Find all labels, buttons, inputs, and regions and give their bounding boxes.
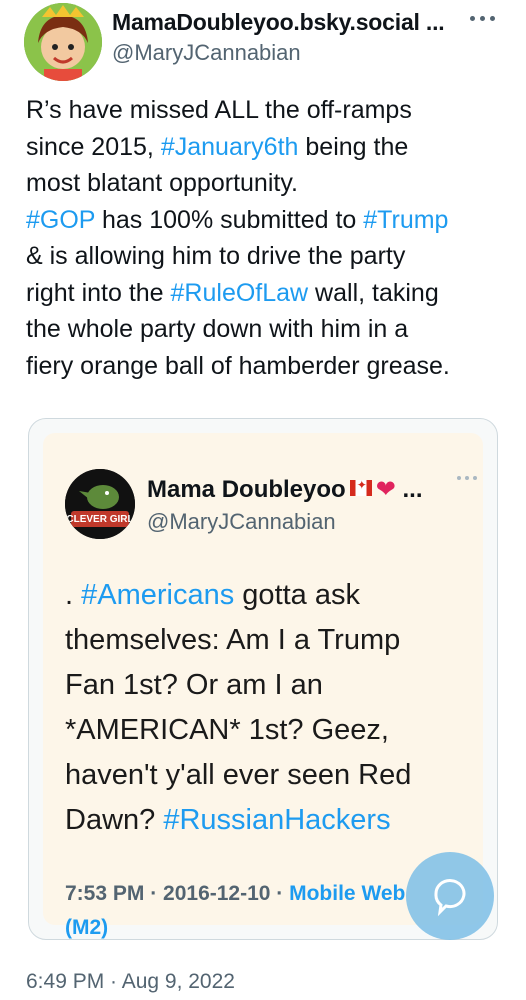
quote-line: *AMERICAN* 1st? Geez, (65, 708, 485, 753)
text-segment: haven't y'all ever seen Red (65, 759, 412, 791)
text-segment: R’s have missed ALL the off-ramps (26, 96, 412, 124)
quoted-tweet-text: . #Americans gotta ask themselves: Am I a… (65, 573, 485, 843)
tweet-line: fiery orange ball of hamberder grease. (26, 348, 506, 385)
text-segment: Fan 1st? Or am I an (65, 669, 323, 701)
quoted-author-name: Mama Doubleyoo❤ ... (147, 475, 423, 504)
tweet-line: #GOP has 100% submitted to #Trump (26, 202, 506, 239)
text-segment: being the (298, 132, 409, 161)
hashtag-link: #RussianHackers (163, 804, 391, 836)
text-segment: wall, taking (308, 278, 439, 307)
author-display-name[interactable]: MamaDoubleyoo.bsky.social ... (112, 9, 445, 36)
tweet-line: since 2015, #January6th being the (26, 129, 506, 166)
quoted-author-handle: @MaryJCannabian (147, 509, 336, 534)
heart-icon: ❤ (375, 476, 396, 503)
text-segment: since 2015, (26, 132, 161, 161)
reply-bubble-icon (434, 879, 466, 917)
tweet-timestamp[interactable]: 6:49 PM · Aug 9, 2022 (26, 970, 235, 994)
quote-line: . #Americans gotta ask (65, 573, 485, 618)
compose-reply-button[interactable] (406, 852, 494, 940)
text-segment: themselves: Am I a Trump (65, 624, 401, 656)
tweet-line: R’s have missed ALL the off-ramps (26, 92, 506, 129)
more-options-icon[interactable] (470, 8, 504, 30)
tweet-header: MamaDoubleyoo.bsky.social ... @MaryJCann… (0, 0, 526, 88)
text-segment: *AMERICAN* 1st? Geez, (65, 714, 389, 746)
canada-flag-icon (349, 478, 372, 496)
tweet-line: right into the #RuleOfLaw wall, taking (26, 275, 506, 312)
quoted-author-avatar: CLEVER GIRL (65, 469, 135, 539)
hashtag-link[interactable]: #GOP (26, 206, 95, 234)
tweet-line: the whole party down with him in a (26, 311, 506, 348)
text-segment: right into the (26, 278, 171, 307)
author-handle[interactable]: @MaryJCannabian (112, 40, 301, 66)
quote-line: Dawn? #RussianHackers (65, 798, 485, 843)
hashtag-link[interactable]: #Trump (363, 206, 448, 234)
text-segment: has 100% submitted to (95, 205, 364, 234)
hashtag-link[interactable]: #RuleOfLaw (171, 279, 309, 307)
tweet-text: R’s have missed ALL the off-ramps since 2… (26, 92, 506, 384)
text-segment: . (65, 579, 82, 611)
quote-line: Fan 1st? Or am I an (65, 663, 485, 708)
text-segment: Dawn? (65, 804, 164, 836)
quote-line: haven't y'all ever seen Red (65, 753, 485, 798)
quoted-source-link: Mobile Web (289, 882, 406, 905)
tweet-line: & is allowing him to drive the party (26, 238, 506, 275)
text-segment: fiery orange ball of hamberder grease. (26, 351, 450, 380)
author-avatar[interactable] (24, 3, 102, 81)
quoted-more-icon (457, 467, 481, 485)
text-segment: & is allowing him to drive the party (26, 242, 406, 270)
quote-line: themselves: Am I a Trump (65, 618, 485, 663)
text-segment: most blatant opportunity. (26, 169, 298, 197)
text-segment: gotta ask (234, 579, 360, 611)
hashtag-link[interactable]: #January6th (161, 133, 299, 161)
clever-girl-logo-text: CLEVER GIRL (66, 514, 133, 525)
hashtag-link: #Americans (81, 579, 235, 611)
tweet-line: most blatant opportunity. (26, 165, 506, 202)
text-segment: the whole party down with him in a (26, 315, 409, 343)
